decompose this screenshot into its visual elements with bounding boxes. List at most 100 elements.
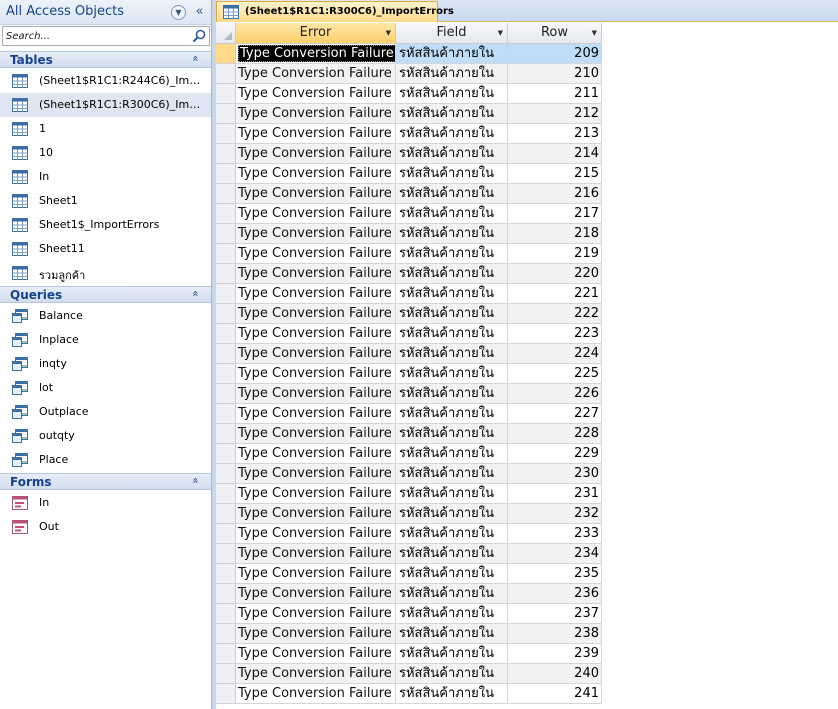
cell-error[interactable]: Type Conversion Failure bbox=[236, 264, 396, 284]
cell-error[interactable]: Type Conversion Failure bbox=[236, 64, 396, 84]
cell-field[interactable]: รหัสสินค้าภายใน bbox=[396, 284, 508, 304]
cell-row-number[interactable]: 227 bbox=[508, 404, 602, 424]
nav-item-tables[interactable]: 10 bbox=[0, 141, 211, 165]
nav-group-header-queries[interactable]: Queries » bbox=[0, 286, 211, 303]
record-selector[interactable] bbox=[216, 184, 236, 204]
cell-field[interactable]: รหัสสินค้าภายใน bbox=[396, 564, 508, 584]
cell-row-number[interactable]: 235 bbox=[508, 564, 602, 584]
cell-row-number[interactable]: 228 bbox=[508, 424, 602, 444]
record-selector[interactable] bbox=[216, 284, 236, 304]
table-row[interactable]: Type Conversion Failure รหัสสินค้าภายใน 22… bbox=[216, 364, 602, 384]
cell-row-number[interactable]: 224 bbox=[508, 344, 602, 364]
cell-row-number[interactable]: 231 bbox=[508, 484, 602, 504]
cell-row-number[interactable]: 233 bbox=[508, 524, 602, 544]
cell-row-number[interactable]: 213 bbox=[508, 124, 602, 144]
nav-item-tables[interactable]: (Sheet1$R1C1:R244C6)_ImportErrors bbox=[0, 69, 211, 93]
cell-error[interactable]: Type Conversion Failure bbox=[236, 164, 396, 184]
record-selector[interactable] bbox=[216, 364, 236, 384]
record-selector[interactable] bbox=[216, 684, 236, 704]
cell-row-number[interactable]: 239 bbox=[508, 644, 602, 664]
nav-item-queries[interactable]: Inplace bbox=[0, 328, 211, 352]
table-row[interactable]: Type Conversion Failure รหัสสินค้าภายใน 23… bbox=[216, 624, 602, 644]
record-selector[interactable] bbox=[216, 424, 236, 444]
cell-field[interactable]: รหัสสินค้าภายใน bbox=[396, 604, 508, 624]
table-row[interactable]: Type Conversion Failure รหัสสินค้าภายใน 22… bbox=[216, 284, 602, 304]
nav-item-forms[interactable]: In bbox=[0, 491, 211, 515]
nav-item-queries[interactable]: lot bbox=[0, 376, 211, 400]
record-selector[interactable] bbox=[216, 384, 236, 404]
cell-error[interactable]: Type Conversion Failure bbox=[236, 284, 396, 304]
cell-row-number[interactable]: 210 bbox=[508, 64, 602, 84]
table-row[interactable]: Type Conversion Failure รหัสสินค้าภายใน 24… bbox=[216, 664, 602, 684]
record-selector[interactable] bbox=[216, 304, 236, 324]
cell-row-number[interactable]: 240 bbox=[508, 664, 602, 684]
record-selector[interactable] bbox=[216, 64, 236, 84]
cell-row-number[interactable]: 238 bbox=[508, 624, 602, 644]
cell-error[interactable]: Type Conversion Failure bbox=[236, 624, 396, 644]
cell-error[interactable]: Type Conversion Failure bbox=[236, 44, 396, 64]
nav-item-queries[interactable]: Place bbox=[0, 448, 211, 472]
cell-field[interactable]: รหัสสินค้าภายใน bbox=[396, 424, 508, 444]
cell-error[interactable]: Type Conversion Failure bbox=[236, 184, 396, 204]
cell-error[interactable]: Type Conversion Failure bbox=[236, 544, 396, 564]
cell-row-number[interactable]: 215 bbox=[508, 164, 602, 184]
cell-error[interactable]: Type Conversion Failure bbox=[236, 204, 396, 224]
cell-error[interactable]: Type Conversion Failure bbox=[236, 504, 396, 524]
cell-error[interactable]: Type Conversion Failure bbox=[236, 244, 396, 264]
cell-field[interactable]: รหัสสินค้าภายใน bbox=[396, 584, 508, 604]
table-row[interactable]: Type Conversion Failure รหัสสินค้าภายใน 22… bbox=[216, 384, 602, 404]
search-input[interactable] bbox=[3, 27, 191, 45]
cell-error[interactable]: Type Conversion Failure bbox=[236, 464, 396, 484]
cell-field[interactable]: รหัสสินค้าภายใน bbox=[396, 224, 508, 244]
table-row[interactable]: Type Conversion Failure รหัสสินค้าภายใน 23… bbox=[216, 464, 602, 484]
cell-row-number[interactable]: 234 bbox=[508, 544, 602, 564]
cell-field[interactable]: รหัสสินค้าภายใน bbox=[396, 384, 508, 404]
chevron-up-icon[interactable]: » bbox=[189, 287, 202, 301]
chevron-up-icon[interactable]: » bbox=[189, 474, 202, 488]
cell-field[interactable]: รหัสสินค้าภายใน bbox=[396, 124, 508, 144]
cell-field[interactable]: รหัสสินค้าภายใน bbox=[396, 624, 508, 644]
cell-field[interactable]: รหัสสินค้าภายใน bbox=[396, 164, 508, 184]
record-selector[interactable] bbox=[216, 84, 236, 104]
record-selector[interactable] bbox=[216, 124, 236, 144]
column-header-field[interactable]: Field ▼ bbox=[396, 23, 508, 44]
cell-row-number[interactable]: 232 bbox=[508, 504, 602, 524]
cell-row-number[interactable]: 211 bbox=[508, 84, 602, 104]
nav-group-header-forms[interactable]: Forms » bbox=[0, 473, 211, 490]
cell-error[interactable]: Type Conversion Failure bbox=[236, 304, 396, 324]
record-selector[interactable] bbox=[216, 524, 236, 544]
cell-error[interactable]: Type Conversion Failure bbox=[236, 424, 396, 444]
cell-row-number[interactable]: 229 bbox=[508, 444, 602, 464]
cell-error[interactable]: Type Conversion Failure bbox=[236, 224, 396, 244]
cell-field[interactable]: รหัสสินค้าภายใน bbox=[396, 464, 508, 484]
cell-field[interactable]: รหัสสินค้าภายใน bbox=[396, 144, 508, 164]
table-row[interactable]: Type Conversion Failure รหัสสินค้าภายใน 21… bbox=[216, 124, 602, 144]
record-selector[interactable] bbox=[216, 264, 236, 284]
cell-row-number[interactable]: 226 bbox=[508, 384, 602, 404]
nav-item-tables[interactable]: รวมลูกค้า bbox=[0, 261, 211, 285]
record-selector[interactable] bbox=[216, 464, 236, 484]
cell-error[interactable]: Type Conversion Failure bbox=[236, 644, 396, 664]
chevron-down-icon[interactable]: ▼ bbox=[171, 5, 186, 20]
record-selector[interactable] bbox=[216, 484, 236, 504]
nav-item-tables[interactable]: Sheet1$_ImportErrors bbox=[0, 213, 211, 237]
cell-error[interactable]: Type Conversion Failure bbox=[236, 344, 396, 364]
column-dropdown-icon[interactable]: ▼ bbox=[592, 23, 597, 43]
cell-field[interactable]: รหัสสินค้าภายใน bbox=[396, 444, 508, 464]
cell-field[interactable]: รหัสสินค้าภายใน bbox=[396, 304, 508, 324]
collapse-pane-icon[interactable]: « bbox=[192, 5, 207, 20]
cell-row-number[interactable]: 230 bbox=[508, 464, 602, 484]
cell-row-number[interactable]: 219 bbox=[508, 244, 602, 264]
record-selector[interactable] bbox=[216, 164, 236, 184]
cell-row-number[interactable]: 209 bbox=[508, 44, 602, 64]
record-selector[interactable] bbox=[216, 224, 236, 244]
record-selector[interactable] bbox=[216, 664, 236, 684]
cell-row-number[interactable]: 212 bbox=[508, 104, 602, 124]
nav-item-tables[interactable]: (Sheet1$R1C1:R300C6)_ImportErrors bbox=[0, 93, 211, 117]
table-row[interactable]: Type Conversion Failure รหัสสินค้าภายใน 23… bbox=[216, 564, 602, 584]
table-row[interactable]: Type Conversion Failure รหัสสินค้าภายใน 23… bbox=[216, 644, 602, 664]
nav-item-queries[interactable]: inqty bbox=[0, 352, 211, 376]
cell-field[interactable]: รหัสสินค้าภายใน bbox=[396, 484, 508, 504]
cell-field[interactable]: รหัสสินค้าภายใน bbox=[396, 84, 508, 104]
table-row[interactable]: Type Conversion Failure รหัสสินค้าภายใน 21… bbox=[216, 64, 602, 84]
